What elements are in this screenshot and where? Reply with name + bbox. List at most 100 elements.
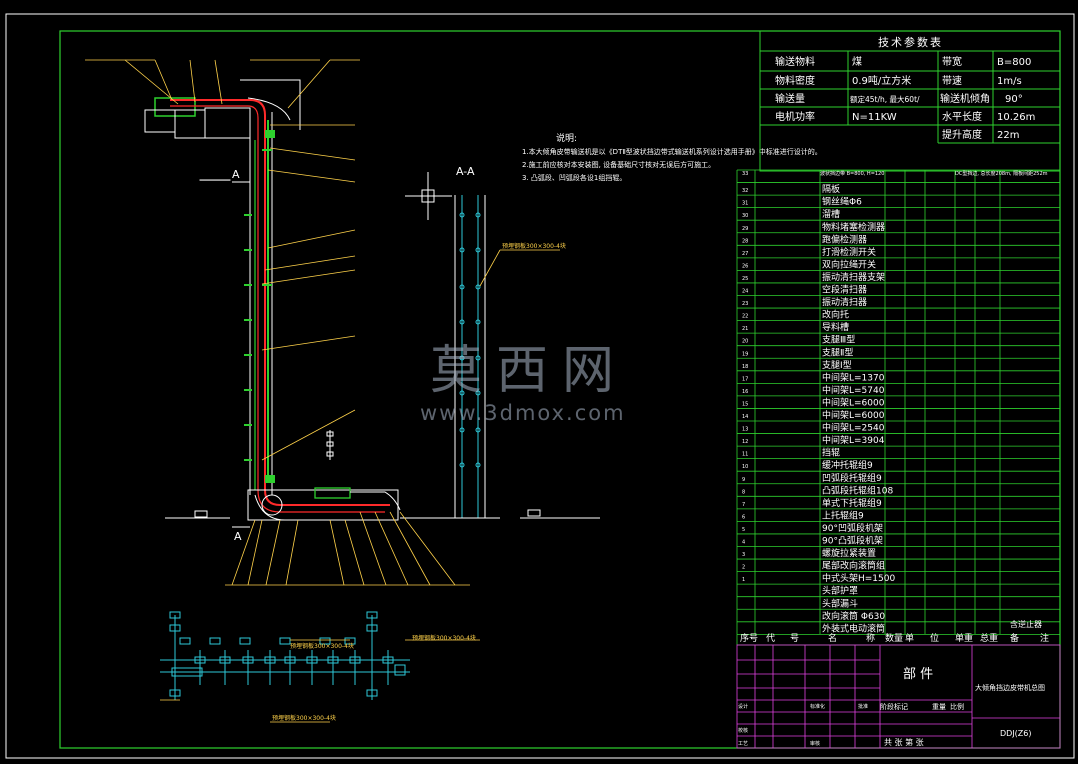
bom-row-number: 4: [742, 540, 745, 546]
bom-row-name: 中式头架H=1500: [822, 572, 895, 584]
bom-head-remark: DC型挡边, 总长度208m, 隔板间距252m: [955, 170, 1048, 177]
title-stage: 阶段标记: [880, 702, 908, 711]
title-label-3: 工艺: [738, 741, 748, 747]
bom-row-name: 缓冲托辊组9: [822, 459, 873, 471]
tt-key2-5: 提升高度: [942, 128, 982, 141]
bom-row-name: 凸弧段托辊组108: [822, 484, 893, 496]
bom-row-name: 空段清扫器: [822, 284, 867, 296]
bom-row-number: 15: [742, 401, 748, 407]
elevation-view: [144, 79, 440, 528]
bom-row-number: 26: [742, 263, 748, 269]
tt-key2-1: 带宽: [942, 55, 962, 68]
bom-row-name: 螺旋拉紧装置: [822, 547, 876, 559]
bom-row-number: 8: [742, 489, 745, 495]
plan-view: [160, 611, 480, 723]
bom-row-number: 22: [742, 314, 748, 320]
section-mark-bottom: A: [234, 530, 242, 543]
title-part: 部 件: [903, 667, 933, 682]
title-label-2: 校核: [738, 727, 748, 734]
bom-row-name: 物料堵塞检测器: [822, 221, 885, 233]
bom-row-name: 中间架L=2540: [822, 422, 885, 434]
tt-val-1: 煤: [852, 55, 862, 68]
bom-row-name: 中间架L=6000: [822, 409, 885, 421]
bom-row-name: 隔板: [822, 183, 840, 195]
tt-val2-2: 1m/s: [997, 76, 1022, 87]
bom-row-number: 20: [742, 339, 748, 345]
bom-row-name: 单式下托辊组9: [822, 497, 882, 509]
bom-row-name: 双向拉绳开关: [822, 258, 876, 270]
bom-header-cell: 号: [790, 633, 799, 644]
bom-row-number: 6: [742, 514, 745, 520]
bom-row-name: 头部护罩: [822, 585, 858, 597]
bom-header-cell: 单: [905, 632, 914, 644]
bom-row-number: 17: [742, 376, 748, 382]
tt-key2-3: 输送机倾角: [940, 92, 990, 105]
leader-lines: [85, 59, 470, 586]
tt-val2-5: 22m: [997, 130, 1019, 141]
bom-head-name: 波状挡边带 B=800, H=120: [820, 170, 884, 177]
bom-header-cell: 位: [930, 632, 939, 644]
bom-row-name: 溜槽: [822, 208, 840, 220]
title-drawing-name: 大倾角挡边皮带机总图: [975, 683, 1045, 692]
bom-row-name: 打滑检测开关: [822, 246, 876, 258]
bom-row-number: 30: [742, 213, 748, 219]
tt-key-4: 电机功率: [775, 110, 815, 123]
bom-header-cell: 代: [766, 633, 775, 644]
bom-header-cell: 数量: [885, 632, 903, 644]
bom-row-name: 90°凹弧段机架: [822, 522, 883, 534]
tt-val2-3: 90°: [1005, 94, 1023, 105]
bom-row-name: 支腿Ⅰ型: [822, 359, 852, 371]
bom-row-number: 12: [742, 439, 748, 445]
bom-row-number: 7: [742, 502, 745, 508]
title-code: DDJ(Z6): [1000, 729, 1032, 738]
tt-key-3: 输送量: [775, 92, 805, 105]
bom-table: 序号代号名称数量单位单重 总重备注32 隔板31 钢丝绳Φ630 溜槽29 物料堵塞检测器…: [736, 169, 1061, 646]
bom-head-no: 33: [742, 171, 748, 177]
bom-row-name: 头部漏斗: [822, 597, 858, 609]
section-mark-top: A: [232, 168, 240, 181]
bom-row-number: 18: [742, 364, 748, 370]
bom-header-cell: 序号: [740, 632, 758, 644]
bom-row-name: 钢丝绳Φ6: [822, 196, 862, 208]
tt-key-1: 输送物料: [775, 55, 815, 68]
tt-key2-2: 带速: [942, 75, 962, 87]
note-line-2: 2.施工前应核对本安装图, 设备基础尺寸核对无误后方可施工。: [522, 160, 715, 169]
bom-row-name: 振动清扫器支架: [822, 271, 885, 283]
bom-row-number: 25: [742, 276, 748, 282]
title-label-5: 标准化: [810, 703, 825, 710]
embed-plate-note-3: 预埋钢板300×300-4块: [412, 634, 476, 642]
tt-key2-4: 水平长度: [942, 110, 982, 123]
bom-row-name: 挡辊: [822, 447, 840, 459]
bom-header-cell: 备: [1010, 632, 1019, 644]
bom-row-name: 支腿Ⅱ型: [822, 346, 853, 358]
embed-plate-note-4: 预埋钢板300×300-4块: [272, 714, 336, 722]
bom-row-number: 9: [742, 477, 745, 483]
bom-row-number: 10: [742, 464, 748, 470]
bom-row-name: 中间架L=1370: [822, 371, 885, 383]
tt-val-3: 额定45t/h, 最大60t/: [850, 94, 920, 104]
tt-val2-1: B=800: [997, 57, 1031, 68]
title-label-1: 设计: [738, 703, 748, 710]
bom-row-number: 32: [742, 188, 748, 194]
note-line-1: 1.本大倾角皮带输送机是以《DTⅡ型波状挡边带式输送机系列设计选用手册》中标准进…: [522, 147, 822, 156]
bom-row-name: 上托辊组9: [822, 509, 864, 521]
tt-key-2: 物料密度: [775, 74, 815, 87]
bom-row-name: 支腿Ⅲ型: [822, 334, 855, 346]
bom-header-cell: 注: [1040, 632, 1049, 644]
bom-row-number: 2: [742, 565, 745, 571]
title-label-6: 批准: [858, 703, 868, 710]
bom-row-number: 24: [742, 289, 748, 295]
bom-row-name: 中间架L=6000: [822, 396, 885, 408]
bom-row-name: 中间架L=5740: [822, 384, 885, 396]
notes-title: 说明:: [556, 132, 577, 144]
tt-val2-4: 10.26m: [997, 112, 1035, 123]
bom-row-name: 尾部改向滚筒组: [822, 560, 885, 572]
bom-row-name: 90°凸弧段机架: [822, 535, 883, 547]
bom-row-name: 外装式电动滚筒: [822, 622, 885, 634]
title-sheets: 共 张 第 张: [884, 737, 924, 747]
bom-row-name: 振动清扫器: [822, 296, 867, 308]
title-weight: 重量: [932, 703, 946, 711]
note-line-3: 3. 凸弧段、凹弧段各设1组挡辊。: [522, 173, 626, 182]
bom-row-name: 中间架L=3904: [822, 434, 885, 446]
bom-row-number: 5: [742, 527, 745, 533]
